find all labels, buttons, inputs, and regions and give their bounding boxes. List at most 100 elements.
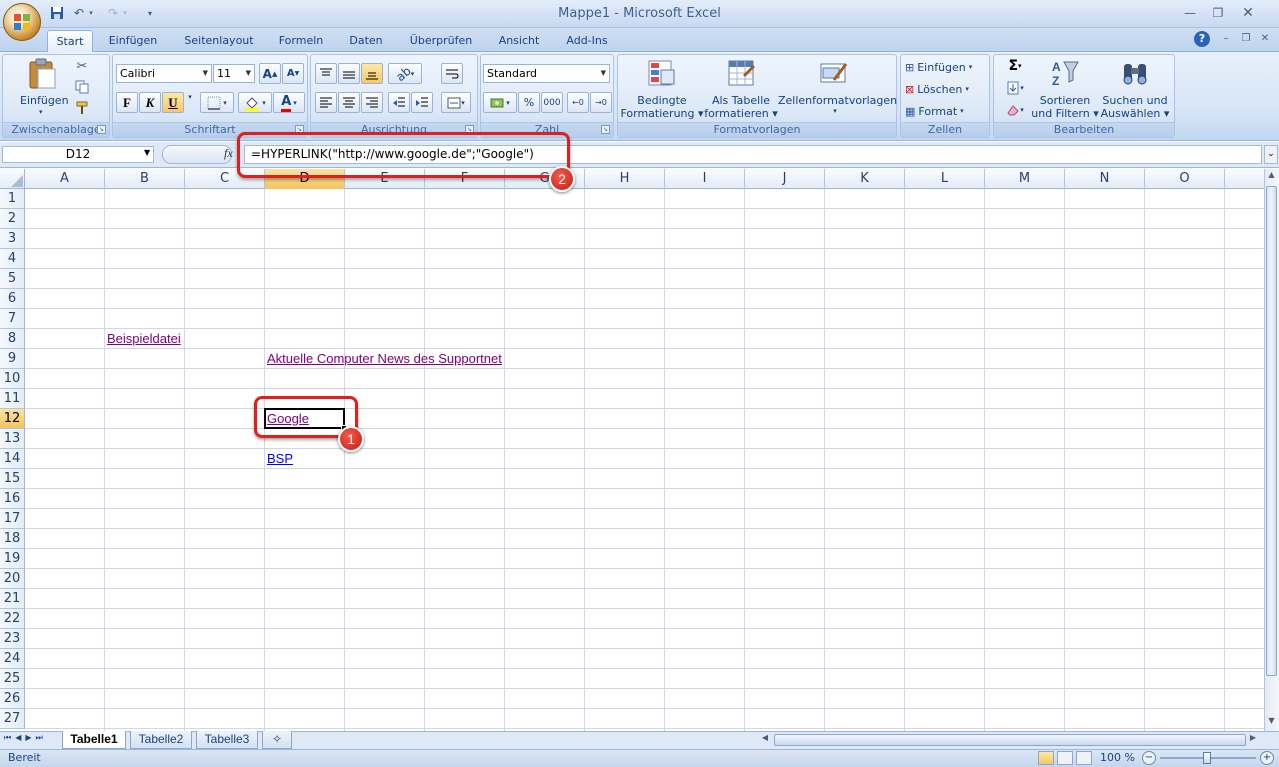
row-header-11[interactable]: 11 [0, 389, 25, 409]
tab-formulas[interactable]: Formeln [270, 30, 332, 52]
sheet-tab-tabelle1[interactable]: Tabelle1 [62, 731, 126, 749]
underline-dropdown-icon[interactable]: ▾ [186, 93, 194, 101]
tab-addins[interactable]: Add-Ins [558, 30, 616, 52]
row-header-13[interactable]: 13 [0, 429, 25, 449]
conditional-formatting-button[interactable]: Bedingte Formatierung ▾ [620, 58, 704, 122]
tab-start[interactable]: Start [47, 30, 93, 52]
grow-font-icon[interactable]: A ▲ [259, 63, 281, 84]
fill-color-button[interactable]: ▾ [238, 92, 272, 113]
sheet-nav-icons[interactable]: ⏮◀▶⏭ [4, 733, 47, 743]
tab-review[interactable]: Überprüfen [402, 30, 480, 52]
paste-button[interactable]: Einfügen ▾ [14, 58, 70, 120]
row-header-8[interactable]: 8 [0, 329, 25, 349]
name-box[interactable]: D12 [2, 146, 154, 163]
scroll-left-icon[interactable]: ◀ [758, 733, 772, 747]
row-header-2[interactable]: 2 [0, 209, 25, 229]
column-header-n[interactable]: N [1065, 169, 1145, 189]
delete-cells-button[interactable]: ⊠ Löschen ▾ [905, 80, 969, 98]
scroll-right-icon[interactable]: ▶ [1246, 733, 1260, 747]
clear-icon[interactable]: ▾ [1000, 102, 1030, 118]
cell-b8-link[interactable]: Beispieldatei [107, 329, 181, 349]
row-header-1[interactable]: 1 [0, 189, 25, 209]
row-header-12[interactable]: 12 [0, 409, 25, 429]
maximize-icon[interactable]: ❐ [1206, 4, 1230, 22]
align-left-icon[interactable] [315, 92, 337, 113]
horizontal-scroll-thumb[interactable] [774, 734, 1246, 746]
align-bottom-icon[interactable] [361, 63, 383, 84]
row-header-6[interactable]: 6 [0, 289, 25, 309]
align-middle-icon[interactable] [338, 63, 360, 84]
select-all-button[interactable] [0, 169, 25, 189]
row-header-3[interactable]: 3 [0, 229, 25, 249]
underline-button[interactable]: U [162, 92, 184, 113]
row-header-22[interactable]: 22 [0, 609, 25, 629]
row-header-14[interactable]: 14 [0, 449, 25, 469]
shrink-font-icon[interactable]: A ▼ [282, 63, 304, 84]
zoom-slider-thumb[interactable] [1203, 752, 1211, 764]
currency-button[interactable]: ▾ [483, 92, 517, 113]
row-header-10[interactable]: 10 [0, 369, 25, 389]
merge-center-button[interactable]: ▾ [441, 92, 471, 113]
column-header-j[interactable]: J [745, 169, 825, 189]
scroll-up-icon[interactable]: ▲ [1265, 170, 1278, 184]
font-color-button[interactable]: A ▾ [273, 92, 305, 113]
orientation-button[interactable]: ab ▾ [388, 63, 422, 84]
format-painter-icon[interactable] [74, 100, 90, 116]
tab-data[interactable]: Daten [340, 30, 392, 52]
column-header-l[interactable]: L [905, 169, 985, 189]
tab-page-layout[interactable]: Seitenlayout [177, 30, 261, 52]
name-box-dropdown-icon[interactable]: ▼ [144, 148, 150, 157]
column-header-b[interactable]: B [105, 169, 185, 189]
tab-view[interactable]: Ansicht [490, 30, 548, 52]
decrease-decimal-icon[interactable]: →0 [590, 92, 612, 113]
find-select-button[interactable]: Suchen und Auswählen ▾ [1100, 58, 1170, 122]
align-center-icon[interactable] [338, 92, 360, 113]
column-header-h[interactable]: H [585, 169, 665, 189]
row-header-15[interactable]: 15 [0, 469, 25, 489]
font-size-select[interactable]: 11 ▼ [213, 64, 255, 83]
column-header-o[interactable]: O [1145, 169, 1225, 189]
font-name-select[interactable]: Calibri ▼ [116, 64, 212, 83]
fill-icon[interactable]: ▾ [1000, 80, 1030, 96]
vertical-scroll-thumb[interactable] [1266, 186, 1277, 676]
normal-view-icon[interactable] [1038, 751, 1054, 765]
italic-button[interactable]: K [139, 92, 161, 113]
thousands-button[interactable]: 000 [541, 92, 563, 113]
minimize-icon[interactable]: — [1178, 4, 1202, 22]
column-header-a[interactable]: A [25, 169, 105, 189]
row-header-27[interactable]: 27 [0, 709, 25, 729]
expand-formula-bar-icon[interactable]: ⌄ [1264, 145, 1278, 164]
row-header-20[interactable]: 20 [0, 569, 25, 589]
cell-d14-link[interactable]: BSP [267, 449, 293, 469]
row-header-7[interactable]: 7 [0, 309, 25, 329]
bold-button[interactable]: F [116, 92, 138, 113]
format-as-table-button[interactable]: Als Tabelle formatieren ▾ [704, 58, 778, 122]
autosum-icon[interactable]: Σ ▾ [1000, 58, 1030, 74]
insert-cells-button[interactable]: ⊞ Einfügen ▾ [905, 58, 972, 76]
align-top-icon[interactable] [315, 63, 337, 84]
insert-function-icon[interactable]: fx [224, 146, 233, 161]
row-header-21[interactable]: 21 [0, 589, 25, 609]
sheet-tab-tabelle2[interactable]: Tabelle2 [130, 731, 192, 749]
zoom-level[interactable]: 100 % [1100, 751, 1135, 764]
copy-icon[interactable] [74, 79, 90, 95]
align-right-icon[interactable] [361, 92, 383, 113]
column-header-k[interactable]: K [825, 169, 905, 189]
row-header-5[interactable]: 5 [0, 269, 25, 289]
row-header-17[interactable]: 17 [0, 509, 25, 529]
cell-styles-button[interactable]: Zellenformatvorlagen ▾ [778, 58, 897, 122]
borders-button[interactable]: ▾ [200, 92, 234, 113]
help-icon[interactable]: ? [1194, 31, 1210, 47]
zoom-out-icon[interactable]: − [1142, 751, 1156, 765]
column-header-i[interactable]: I [665, 169, 745, 189]
row-header-9[interactable]: 9 [0, 349, 25, 369]
increase-indent-icon[interactable] [411, 92, 433, 113]
close-icon[interactable]: ✕ [1236, 4, 1260, 22]
cut-icon[interactable]: ✂ [74, 58, 90, 74]
scroll-down-icon[interactable]: ▼ [1265, 716, 1278, 730]
row-header-24[interactable]: 24 [0, 649, 25, 669]
workbook-close-icon[interactable]: ✕ [1256, 30, 1274, 48]
wrap-text-icon[interactable] [441, 63, 463, 84]
format-cells-button[interactable]: ▦ Format ▾ [905, 102, 964, 120]
page-layout-view-icon[interactable] [1057, 751, 1073, 765]
